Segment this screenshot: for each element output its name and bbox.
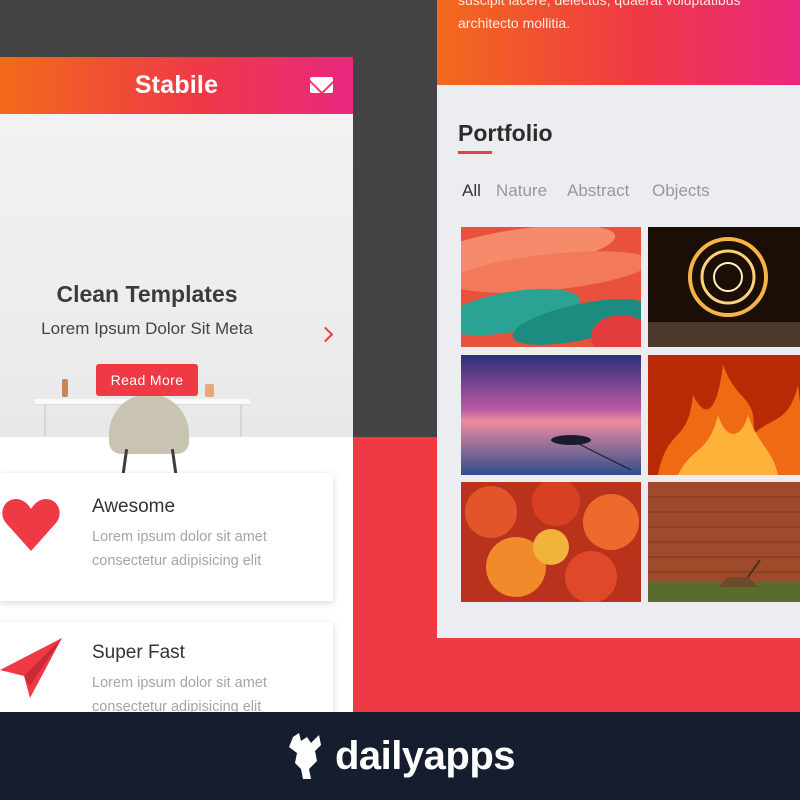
intro-banner: suscipit iacere, delectus, quaerat volup… xyxy=(437,0,800,85)
hero-title: Clean Templates xyxy=(56,281,238,307)
brand-name: dailyapps xyxy=(334,733,516,778)
intro-text: architecto mollitia. xyxy=(458,15,571,31)
plant-illustration xyxy=(62,379,68,397)
feature-card: Super Fast Lorem ipsum dolor sit amet co… xyxy=(0,622,333,712)
desk-leg xyxy=(44,405,46,437)
hero-subtitle: Lorem Ipsum Dolor Sit Meta xyxy=(41,319,253,338)
read-more-button[interactable]: Read More xyxy=(96,364,198,396)
portfolio-thumb-red-leaves[interactable] xyxy=(461,482,641,602)
portfolio-thumb-sunset-boat[interactable] xyxy=(461,355,641,475)
portfolio-thumb-fire[interactable] xyxy=(648,355,800,475)
hero-slider: Clean Templates Lorem Ipsum Dolor Sit Me… xyxy=(0,114,353,494)
portfolio-thumb-light-painting[interactable] xyxy=(648,227,800,347)
portfolio-thumb-brick-wall[interactable] xyxy=(648,482,800,602)
filter-all[interactable]: All xyxy=(462,181,481,201)
mail-icon[interactable] xyxy=(310,77,333,93)
desk-leg xyxy=(240,405,242,437)
title-underline xyxy=(458,151,492,154)
portfolio-title: Portfolio xyxy=(458,120,553,146)
feature-title: Super Fast xyxy=(92,642,185,663)
brand-logo-icon xyxy=(288,733,321,779)
feature-description: Lorem ipsum dolor sit amet xyxy=(92,675,267,691)
feature-card: Awesome Lorem ipsum dolor sit amet conse… xyxy=(0,473,333,601)
paper-plane-icon xyxy=(0,638,62,698)
plant-illustration xyxy=(205,384,214,397)
intro-text: suscipit iacere, delectus, quaerat volup… xyxy=(458,0,741,8)
feature-description: consectetur adipisicing elit xyxy=(92,553,262,569)
left-phone-screen: Stabile Clean Templates Lorem Ipsum Dolo… xyxy=(0,57,353,712)
heart-icon xyxy=(2,499,60,551)
right-phone-screen: Portfolio All Nature Abstract Objects xyxy=(437,85,800,638)
filter-abstract[interactable]: Abstract xyxy=(567,181,629,201)
feature-description: Lorem ipsum dolor sit amet xyxy=(92,529,267,545)
filter-nature[interactable]: Nature xyxy=(496,181,547,201)
portfolio-thumb-kayaks[interactable] xyxy=(461,227,641,347)
chevron-right-icon[interactable] xyxy=(317,326,334,343)
feature-title: Awesome xyxy=(92,496,176,517)
app-title: Stabile xyxy=(134,71,219,99)
filter-objects[interactable]: Objects xyxy=(652,181,710,201)
footer-brand-bar: dailyapps xyxy=(0,712,800,800)
app-header: Stabile xyxy=(0,57,353,114)
feature-description: consectetur adipisicing elit xyxy=(92,699,262,712)
